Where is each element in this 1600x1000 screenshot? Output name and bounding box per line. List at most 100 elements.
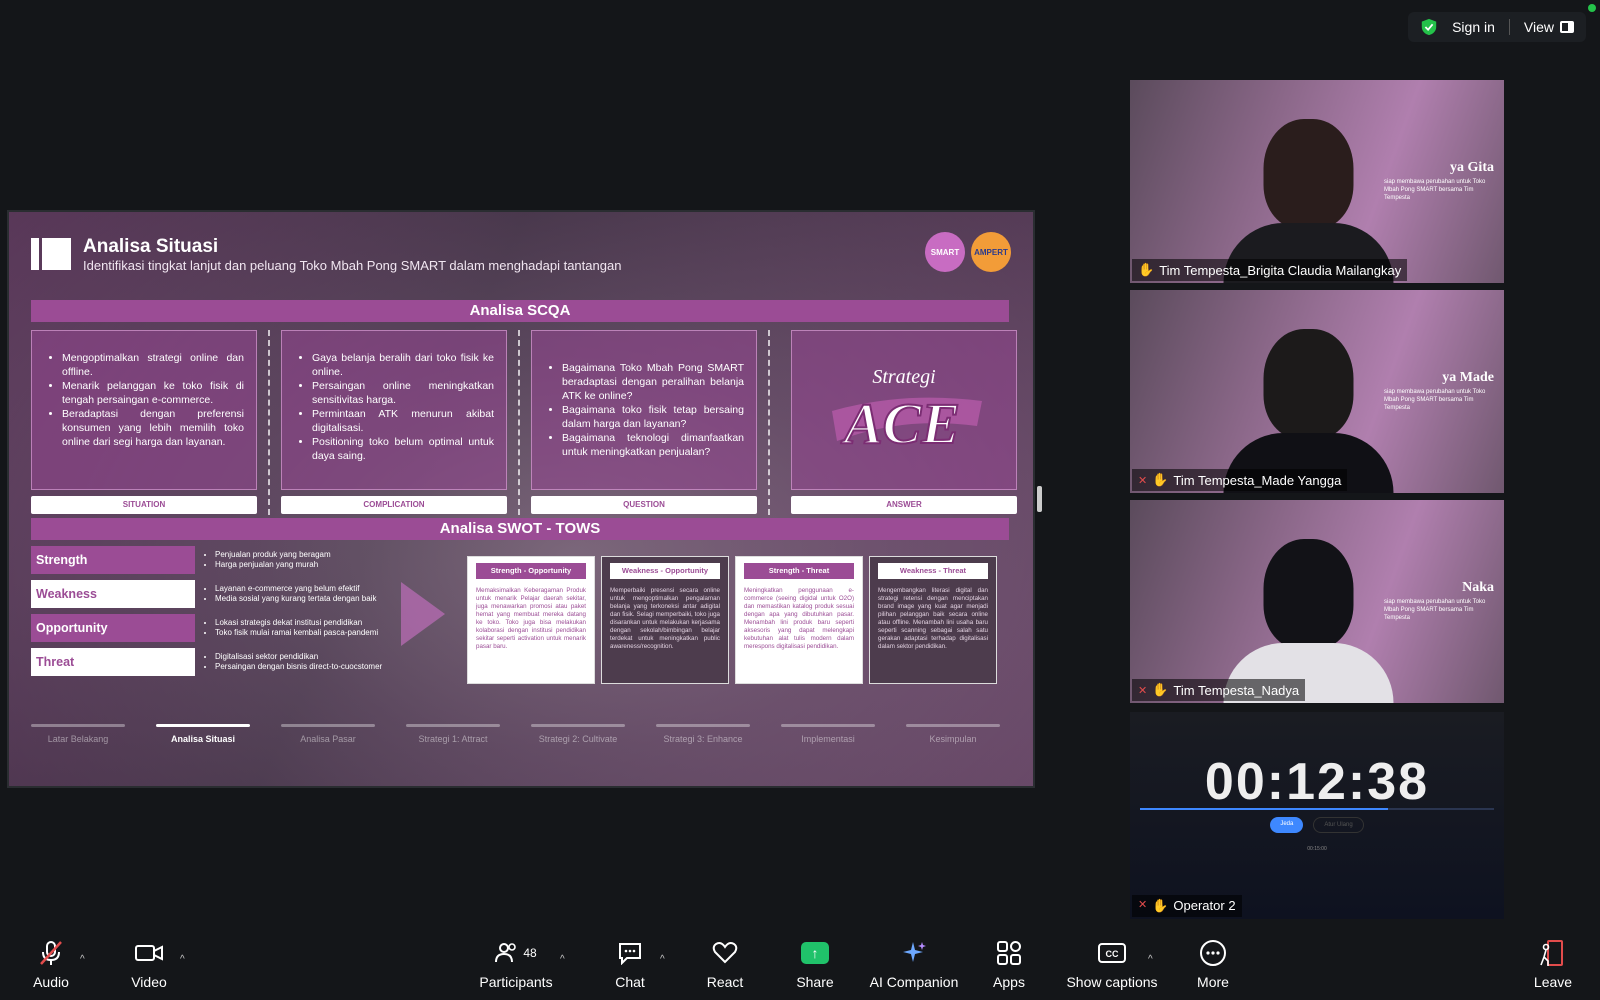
video-button[interactable]: Video xyxy=(126,930,172,1000)
swot-item: Media sosial yang kurang tertata dengan … xyxy=(215,594,376,604)
divider xyxy=(768,330,770,515)
captions-button[interactable]: CC Show captions xyxy=(1064,930,1160,1000)
participant-nametag: ✕ ✋ Operator 2 xyxy=(1132,895,1242,917)
tows-wt: Weakness - Threat Mengembangkan literasi … xyxy=(869,556,997,684)
chevron-up-icon[interactable]: ^ xyxy=(660,954,665,965)
more-icon xyxy=(1198,940,1228,966)
pin-icon: ✋ xyxy=(1152,898,1169,913)
banner-subtitle: siap membawa perubahan untuk Toko Mbah P… xyxy=(1384,389,1486,411)
mic-muted-icon: ✕ xyxy=(1138,684,1148,697)
audio-button[interactable]: Audio xyxy=(28,930,74,1000)
swot-opportunity-desc: Lokasi strategis dekat institusi pendidi… xyxy=(205,618,378,638)
slide-subtitle: Identifikasi tingkat lanjut dan peluang … xyxy=(83,258,622,273)
ampert-logo: AMPERT xyxy=(971,232,1011,272)
shield-icon xyxy=(1421,18,1437,36)
banner-name: ya Made xyxy=(1442,370,1494,385)
smart-logo: SMART xyxy=(925,232,965,272)
meeting-toolbar: Audio ^ Video ^ 48 Participants ^ Chat ^… xyxy=(0,930,1600,1000)
swot-opportunity: Opportunity xyxy=(31,614,195,642)
complication-item: Permintaan ATK menurun akibat digitalisa… xyxy=(312,407,494,435)
view-button[interactable]: View xyxy=(1524,19,1574,35)
pin-icon: ✋ xyxy=(1152,682,1169,697)
slide-title: Analisa Situasi xyxy=(83,236,219,257)
ace-strategy-logo: Strategi ACE xyxy=(832,366,982,457)
tows-so: Strength - Opportunity Memaksimalkan Kebe… xyxy=(467,556,595,684)
chat-label: Chat xyxy=(615,974,645,990)
participant-tile[interactable]: ya Gita siap membawa perubahan untuk Tok… xyxy=(1130,80,1504,283)
swot-item: Lokasi strategis dekat institusi pendidi… xyxy=(215,618,378,628)
nav-line xyxy=(406,724,500,727)
participant-tile[interactable]: Naka siap membawa perubahan untuk Toko M… xyxy=(1130,500,1504,703)
scqa-header: Analisa SCQA xyxy=(31,300,1009,322)
ai-companion-label: AI Companion xyxy=(869,974,959,990)
participant-tile[interactable]: 00:12:38 Jeda Atur Ulang 00:15:00 ✕ ✋ Op… xyxy=(1130,712,1504,919)
tows-wo: Weakness - Opportunity Memperbaiki presen… xyxy=(601,556,729,684)
status-dot xyxy=(1588,4,1596,12)
nav-item: Strategi 1: Attract xyxy=(418,734,488,744)
situation-box: Mengoptimalkan strategi online dan offli… xyxy=(31,330,257,490)
participant-name: Operator 2 xyxy=(1173,898,1236,913)
participants-label: Participants xyxy=(479,974,553,990)
banner-subtitle: siap membawa perubahan untuk Toko Mbah P… xyxy=(1384,599,1486,621)
participants-icon: 48 xyxy=(486,940,546,966)
video-label: Video xyxy=(131,974,167,990)
leave-button[interactable]: Leave xyxy=(1530,930,1576,1000)
complication-label: COMPLICATION xyxy=(281,496,507,514)
share-label: Share xyxy=(796,974,834,990)
chat-button[interactable]: Chat xyxy=(608,930,652,1000)
nav-item: Strategi 2: Cultivate xyxy=(538,734,618,744)
participant-name: Tim Tempesta_Made Yangga xyxy=(1173,472,1342,488)
participants-button[interactable]: 48 Participants xyxy=(470,930,562,1000)
participant-tile[interactable]: ya Made siap membawa perubahan untuk Tok… xyxy=(1130,290,1504,493)
reset-button: Atur Ulang xyxy=(1313,817,1364,833)
divider xyxy=(1508,19,1510,35)
nav-line xyxy=(281,724,375,727)
nav-line xyxy=(531,724,625,727)
pin-icon: ✋ xyxy=(1152,472,1169,487)
participant-name: Tim Tempesta_Brigita Claudia Mailangkay xyxy=(1159,262,1402,278)
swot-weakness: Weakness xyxy=(31,580,195,608)
swot-item: Digitalisasi sektor pendidikan xyxy=(215,652,382,662)
chevron-up-icon[interactable]: ^ xyxy=(1148,954,1153,965)
leave-label: Leave xyxy=(1533,974,1573,990)
tows-title: Strength - Opportunity xyxy=(476,563,586,579)
captions-label: Show captions xyxy=(1066,974,1158,990)
participant-nametag: ✕ ✋ Tim Tempesta_Made Yangga xyxy=(1132,469,1348,491)
captions-icon: CC xyxy=(1097,940,1127,966)
tows-text: Memperbaiki presensi secara online untuk… xyxy=(610,587,720,650)
nav-line xyxy=(656,724,750,727)
video-camera-icon xyxy=(134,940,164,966)
chevron-up-icon[interactable]: ^ xyxy=(560,954,565,965)
participant-nametag: ✋ Tim Tempesta_Brigita Claudia Mailangka… xyxy=(1132,259,1408,281)
nav-line xyxy=(906,724,1000,727)
slide-logo-icon xyxy=(31,238,71,270)
splitter-handle[interactable] xyxy=(1037,486,1042,512)
chevron-up-icon[interactable]: ^ xyxy=(80,954,85,965)
participant-name: Tim Tempesta_Nadya xyxy=(1173,682,1300,698)
apps-icon xyxy=(994,940,1024,966)
ai-companion-button[interactable]: AI Companion xyxy=(866,930,962,1000)
tows-text: Mengembangkan literasi digital dan strat… xyxy=(878,587,988,650)
react-label: React xyxy=(706,974,744,990)
banner-subtitle: siap membawa perubahan untuk Toko Mbah P… xyxy=(1384,179,1486,201)
apps-button[interactable]: Apps xyxy=(986,930,1032,1000)
share-screen-icon: ↑ xyxy=(800,940,830,966)
mic-muted-icon xyxy=(36,940,66,966)
situation-item: Beradaptasi dengan preferensi konsumen y… xyxy=(62,407,244,449)
tows-st: Strength - Threat Meningkatkan penggunaan… xyxy=(735,556,863,684)
complication-item: Persaingan online meningkatkan sensitivi… xyxy=(312,379,494,407)
question-item: Bagaimana toko fisik tetap bersaing dala… xyxy=(562,403,744,431)
banner-name: Naka xyxy=(1462,580,1494,595)
timer-progress xyxy=(1140,808,1494,810)
share-button[interactable]: ↑ Share xyxy=(792,930,838,1000)
tows-text: Meningkatkan penggunaan e-commerce (seei… xyxy=(744,587,854,650)
complication-box: Gaya belanja beralih dari toko fisik ke … xyxy=(281,330,507,490)
more-label: More xyxy=(1197,974,1229,990)
sign-in-button[interactable]: Sign in xyxy=(1452,19,1495,35)
nav-line-active xyxy=(156,724,250,727)
more-button[interactable]: More xyxy=(1190,930,1236,1000)
chevron-up-icon[interactable]: ^ xyxy=(180,954,185,965)
top-bar: Sign in View xyxy=(1408,12,1586,42)
swot-threat: Threat xyxy=(31,648,195,676)
react-button[interactable]: React xyxy=(702,930,748,1000)
